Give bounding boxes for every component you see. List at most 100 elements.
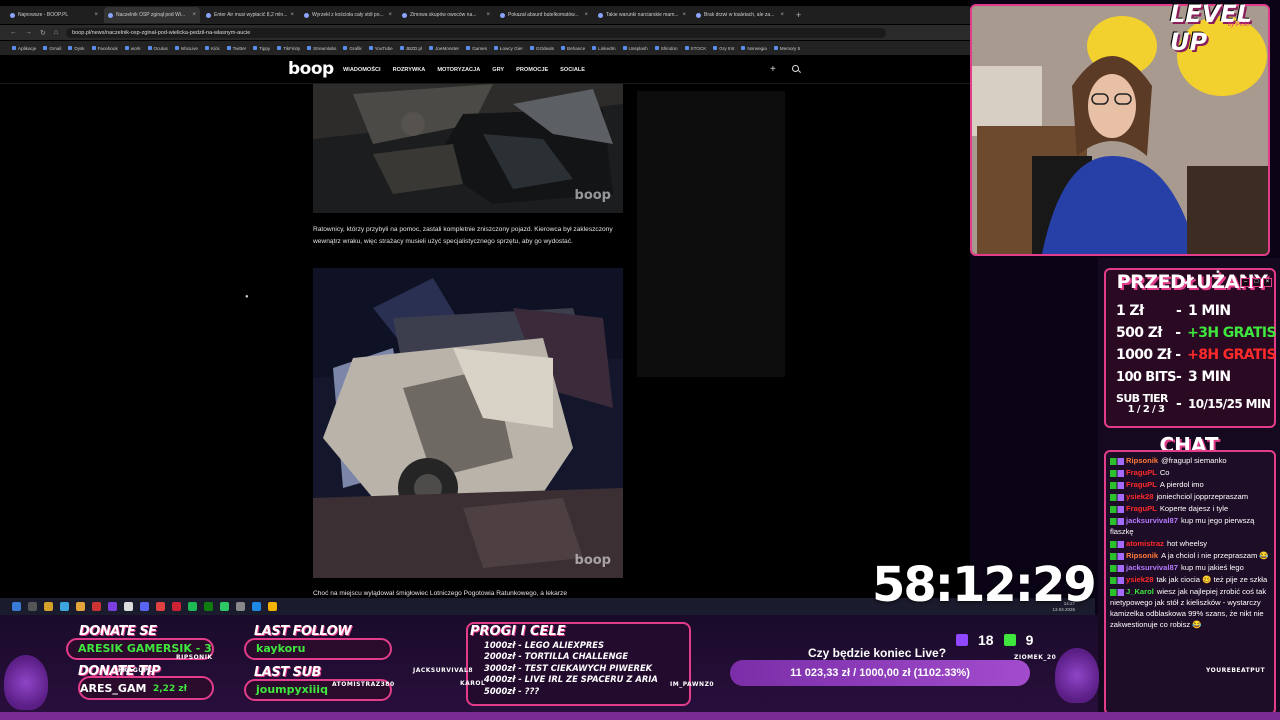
- app-icon[interactable]: [124, 602, 133, 611]
- bookmark-item[interactable]: Streamlabs: [307, 46, 336, 51]
- nav-item-promocje[interactable]: PROMOCJE: [516, 67, 548, 73]
- close-icon[interactable]: ×: [486, 7, 490, 23]
- url-input[interactable]: boop.pl/news/naczelnik-osp-zginal-pod-wi…: [66, 27, 887, 38]
- bookmark-item[interactable]: Gry tmt: [713, 46, 734, 51]
- bookmark-item[interactable]: LinkedIn: [592, 46, 615, 51]
- spotify-icon[interactable]: [188, 602, 197, 611]
- browser-tab[interactable]: Wyrzekł z kościoła cały stół po... ×: [300, 7, 396, 23]
- store-icon[interactable]: [60, 602, 69, 611]
- bookmark-item[interactable]: STOCK: [685, 46, 707, 51]
- bookmark-item[interactable]: Unsplash: [623, 46, 648, 51]
- tab-label: Naczelnik OSP zginął pod Wi...: [116, 12, 186, 18]
- bookmark-item[interactable]: Grafik: [343, 46, 361, 51]
- nav-item-sociale[interactable]: SOCIALE: [560, 67, 585, 73]
- close-icon[interactable]: ×: [192, 7, 196, 23]
- walker-name: YOUREBEATPUT: [1206, 667, 1266, 674]
- boop-watermark: boop: [574, 188, 611, 203]
- app-icon[interactable]: [172, 602, 181, 611]
- nav-item-wiadomosci[interactable]: WIADOMOŚCI: [343, 67, 381, 73]
- bookmark-item[interactable]: Behance: [561, 46, 585, 51]
- chat-message: ysiek28 joniechciol jopprzepraszam: [1110, 491, 1270, 502]
- badge-icon: [1110, 552, 1124, 560]
- browser-tab[interactable]: Enter Air musi wypłacić 8,2 mln... ×: [202, 7, 298, 23]
- bookmark-item[interactable]: Facebook: [92, 46, 118, 51]
- bookmark-item[interactable]: Memory 5: [774, 46, 800, 51]
- goal-item: 1000zł - LEGO ALIEXPRES: [484, 640, 605, 650]
- mouse-cursor-icon: ●: [245, 294, 249, 300]
- app-icon[interactable]: [220, 602, 229, 611]
- bookmark-item[interactable]: Aplikacje: [12, 46, 36, 51]
- bookmark-item[interactable]: JBZD.pl: [400, 46, 422, 51]
- new-tab-button[interactable]: +: [790, 10, 807, 20]
- browser-tab[interactable]: Pokazał absurd butelkomatów... ×: [496, 7, 592, 23]
- bookmark-item[interactable]: Tippy: [253, 46, 270, 51]
- xbox-icon[interactable]: [204, 602, 213, 611]
- twitch-icon[interactable]: [108, 602, 117, 611]
- start-icon[interactable]: [12, 602, 21, 611]
- close-icon[interactable]: ×: [584, 7, 588, 23]
- browser-tab[interactable]: Brak drzwi w toaletach, ale za... ×: [692, 7, 788, 23]
- bookmark-item[interactable]: Shindon: [655, 46, 678, 51]
- app-icon[interactable]: [92, 602, 101, 611]
- close-icon[interactable]: ×: [94, 7, 98, 23]
- browser-window: Najnowsze - BOOP.PL × Naczelnik OSP zginą…: [0, 0, 970, 615]
- app-icon[interactable]: [156, 602, 165, 611]
- browser-tab[interactable]: Takie warunki narciarskie mam... ×: [594, 7, 690, 23]
- tier-row: 1000 Zł - +8H GRATIS: [1116, 347, 1277, 363]
- back-icon[interactable]: ←: [10, 29, 17, 36]
- kick-icon: [1003, 634, 1016, 646]
- bookmark-item[interactable]: Twitter: [227, 46, 247, 51]
- nav-item-motoryzacja[interactable]: MOTORYZACJA: [437, 67, 480, 73]
- chat-username: FraguPL: [1126, 468, 1157, 477]
- badge-icon: [1110, 457, 1124, 465]
- close-icon[interactable]: ×: [388, 7, 392, 23]
- twitch-viewers: 18: [978, 632, 994, 648]
- search-icon[interactable]: [792, 65, 799, 72]
- bookmark-item[interactable]: Łowcy Gier: [494, 46, 523, 51]
- search-icon[interactable]: [28, 602, 37, 611]
- reload-icon[interactable]: ↻: [40, 29, 46, 37]
- level-up-subtitle: by Pinki: [1228, 22, 1250, 28]
- bookmark-item[interactable]: JoeMonster: [429, 46, 459, 51]
- close-icon[interactable]: ×: [682, 7, 686, 23]
- nav-item-rozrywka[interactable]: ROZRYWKA: [393, 67, 426, 73]
- tier-amount: 100 BITS: [1116, 369, 1176, 385]
- boop-logo[interactable]: boop: [288, 59, 334, 79]
- bookmark-item[interactable]: work: [125, 46, 141, 51]
- discord-icon[interactable]: [140, 602, 149, 611]
- bookmark-item[interactable]: Games: [466, 46, 487, 51]
- bookmark-item[interactable]: TikFinity: [277, 46, 300, 51]
- bookmark-item[interactable]: Gmail: [43, 46, 61, 51]
- tab-label: Zimowa skupów owoców na...: [410, 12, 477, 18]
- browser-tab[interactable]: Zimowa skupów owoców na... ×: [398, 7, 494, 23]
- bookmark-item[interactable]: YouTube: [369, 46, 393, 51]
- bookmark-item[interactable]: IshoLive: [175, 46, 198, 51]
- tier-value: +3H GRATIS: [1187, 325, 1277, 341]
- close-icon[interactable]: ×: [780, 7, 784, 23]
- nav-item-gry[interactable]: GRY: [492, 67, 504, 73]
- walker-name: JACKSURVIVAL8: [413, 667, 473, 674]
- bookmark-item[interactable]: Norwegia: [741, 46, 766, 51]
- bookmark-item[interactable]: Kick: [205, 46, 220, 51]
- plus-icon[interactable]: +: [770, 64, 776, 75]
- last-sub-label: LAST SUB: [254, 665, 321, 680]
- browser-tab[interactable]: Najnowsze - BOOP.PL ×: [6, 7, 102, 23]
- app-icon[interactable]: [76, 602, 85, 611]
- settings-icon[interactable]: [236, 602, 245, 611]
- chat-text: joniechciol jopprzepraszam: [1156, 492, 1249, 501]
- folder-icon[interactable]: [44, 602, 53, 611]
- browser-tab-active[interactable]: Naczelnik OSP zginął pod Wi... ×: [104, 7, 200, 23]
- tab-bar: Najnowsze - BOOP.PL × Naczelnik OSP zginą…: [0, 6, 970, 24]
- boop-watermark: boop: [574, 553, 611, 568]
- walker-name: IM_PAWNZ0: [670, 681, 715, 688]
- tier-row: SUB TIER 1 / 2 / 3-10/15/25 MIN: [1116, 392, 1271, 415]
- home-icon[interactable]: ⌂: [54, 29, 58, 36]
- bookmark-item[interactable]: Dysk: [68, 46, 84, 51]
- tab-label: Brak drzwi w toaletach, ale za...: [704, 12, 775, 18]
- app-icon[interactable]: [252, 602, 261, 611]
- chrome-icon[interactable]: [268, 602, 277, 611]
- bookmark-item[interactable]: Oculus: [148, 46, 168, 51]
- bookmark-item[interactable]: GGdeals: [530, 46, 554, 51]
- forward-icon[interactable]: →: [25, 29, 32, 36]
- close-icon[interactable]: ×: [290, 7, 294, 23]
